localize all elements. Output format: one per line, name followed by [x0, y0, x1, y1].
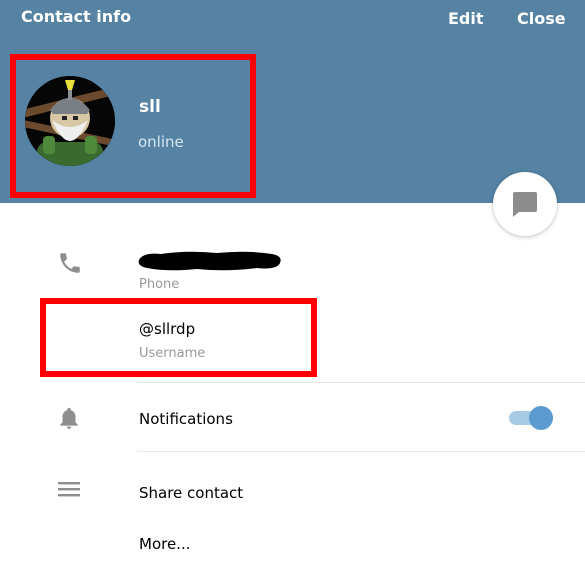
phone-label: Phone — [139, 277, 180, 292]
bell-icon — [56, 405, 82, 435]
highlight-box-username — [40, 298, 317, 377]
share-contact-button[interactable]: Share contact — [139, 484, 243, 502]
notifications-toggle[interactable] — [509, 406, 553, 430]
message-icon — [513, 192, 537, 217]
page-title: Contact info — [21, 7, 132, 26]
close-button[interactable]: Close — [517, 9, 566, 28]
send-message-button[interactable] — [493, 172, 557, 236]
phone-icon — [57, 250, 83, 280]
notifications-label: Notifications — [139, 410, 233, 428]
toggle-knob — [529, 406, 553, 430]
divider — [137, 382, 585, 383]
menu-icon — [57, 477, 81, 505]
highlight-box-profile — [10, 54, 256, 198]
more-button[interactable]: More... — [139, 535, 191, 553]
phone-value-redacted — [137, 250, 282, 272]
divider — [137, 451, 585, 452]
edit-button[interactable]: Edit — [448, 9, 484, 28]
